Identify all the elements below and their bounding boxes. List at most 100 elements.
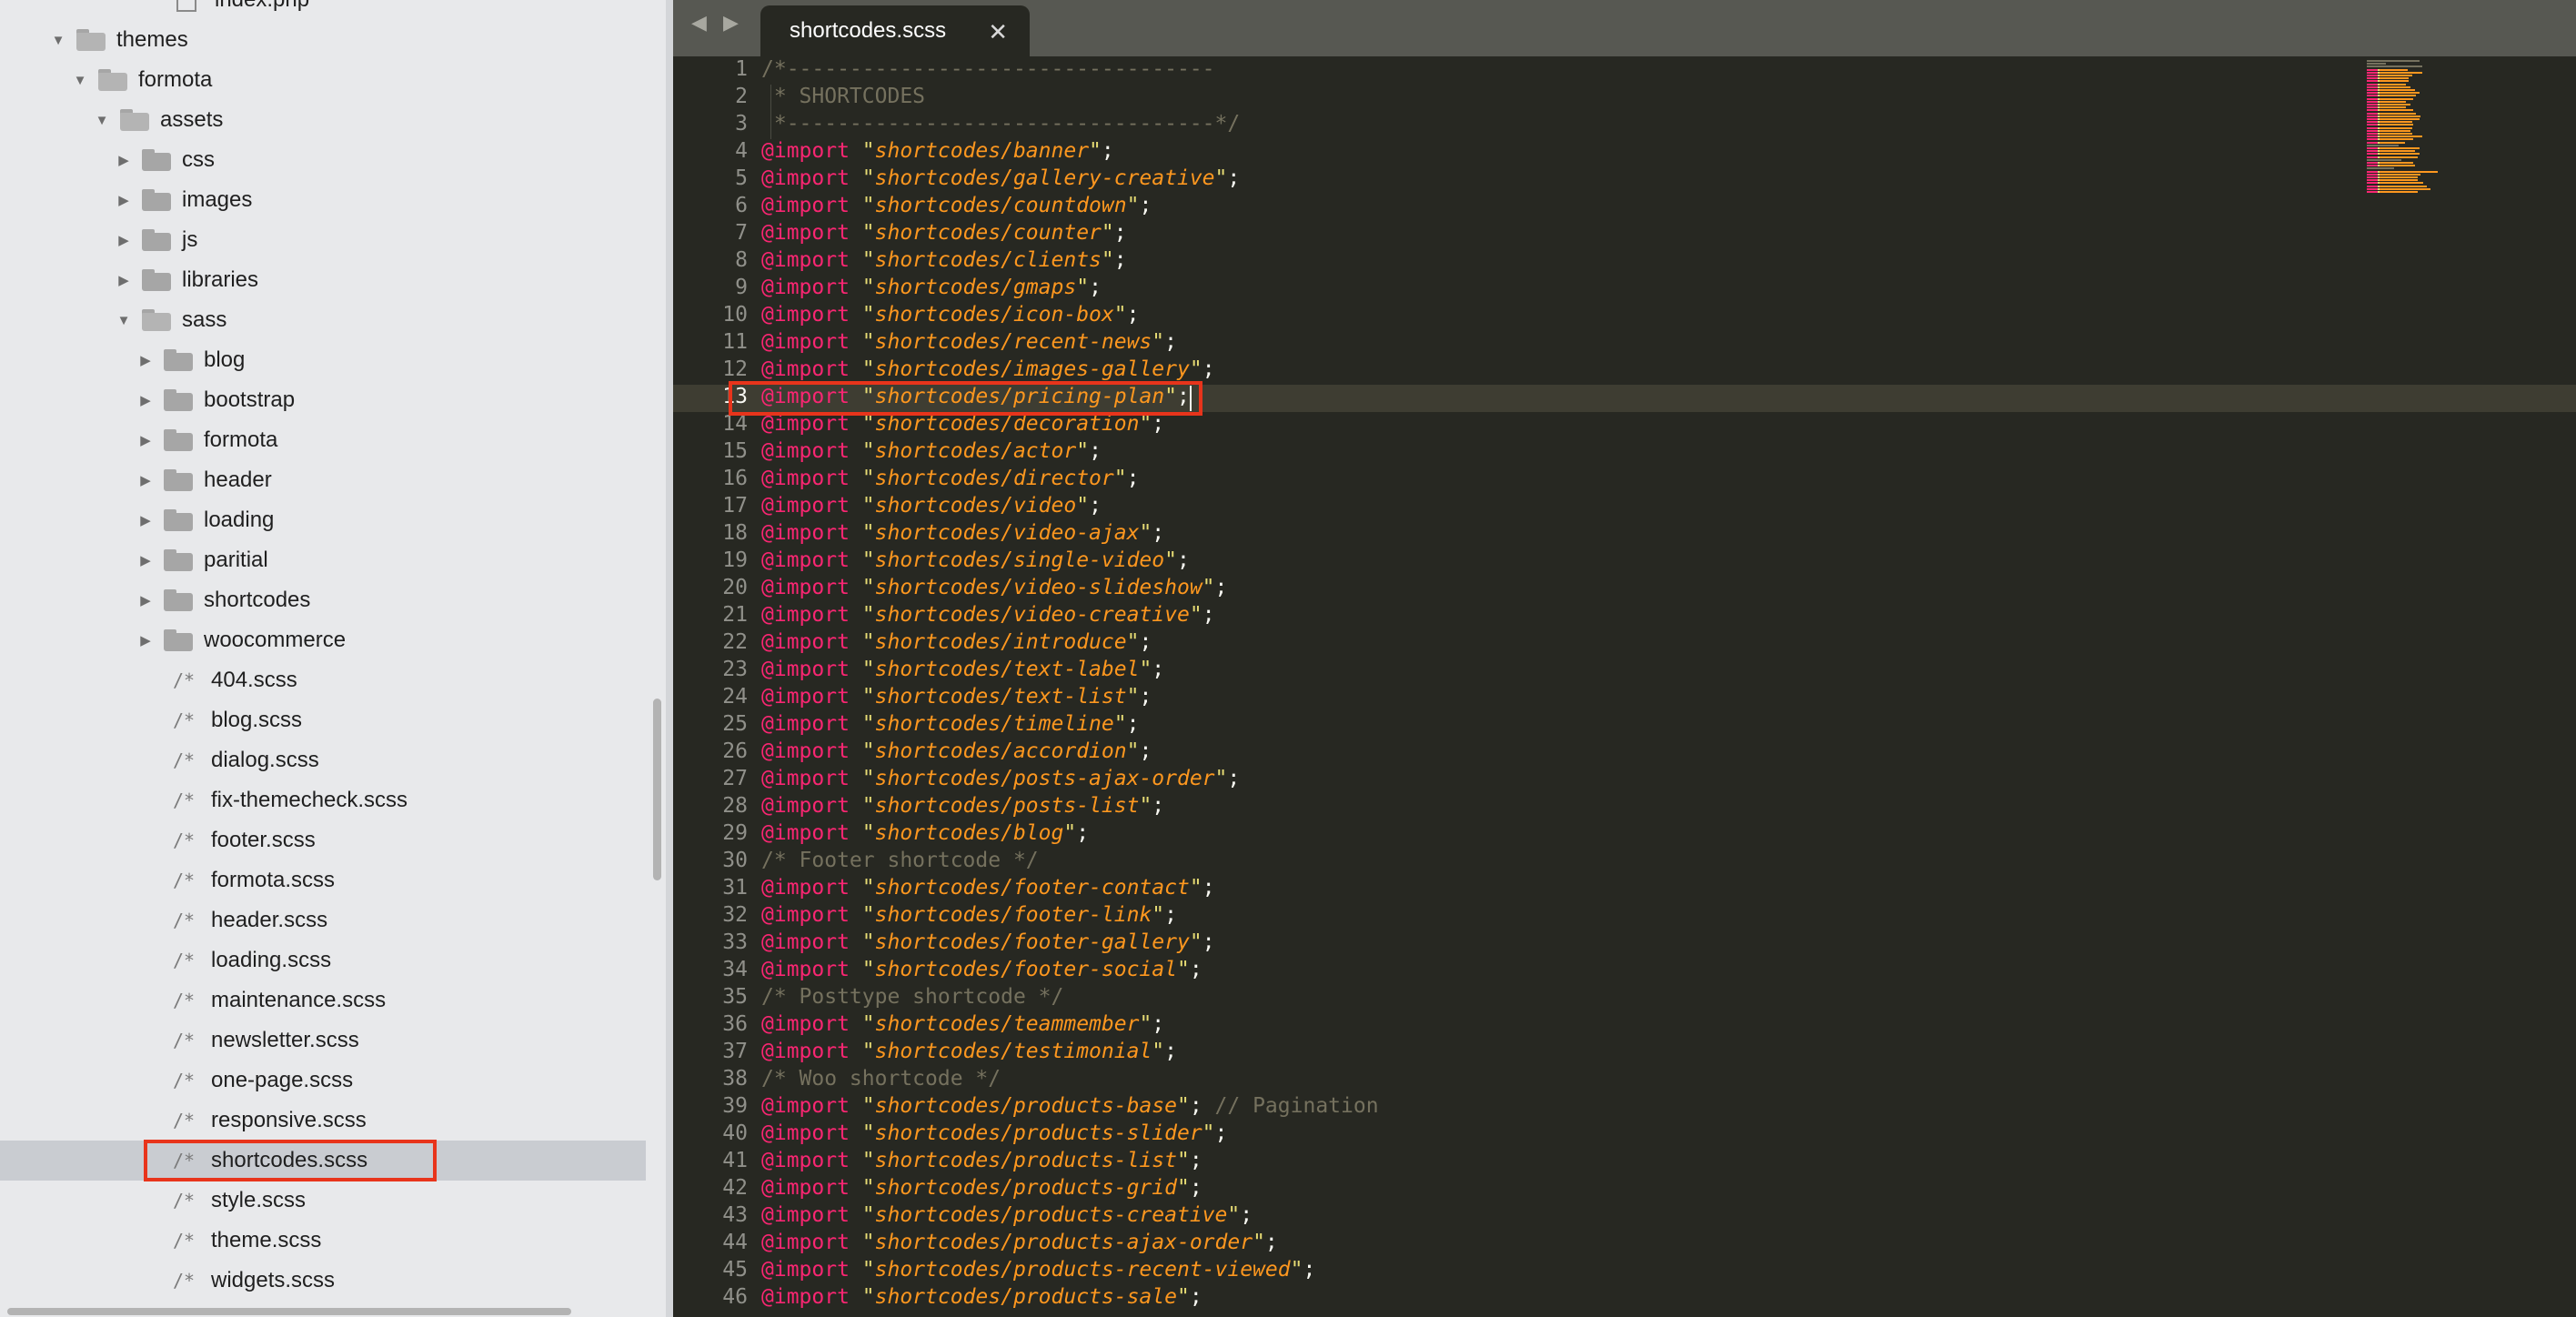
folder-item[interactable]: ▶ woocommerce <box>0 620 646 660</box>
line-number: 27 <box>722 767 748 790</box>
code-token: " <box>1139 521 1152 545</box>
code-token: " <box>849 958 875 981</box>
file-item[interactable]: /* responsive.scss <box>0 1101 646 1141</box>
sidebar-divider[interactable] <box>666 0 673 1317</box>
file-item[interactable]: /* header.scss <box>0 900 646 940</box>
chevron-right-icon[interactable]: ▶ <box>111 180 136 220</box>
code-line: @import "shortcodes/products-ajax-order"… <box>761 1231 1278 1254</box>
folder-item[interactable]: ▼ formota <box>0 60 646 100</box>
code-line: @import "shortcodes/text-label"; <box>761 658 1164 681</box>
tab-shortcodes-scss[interactable]: shortcodes.scss ✕ <box>760 5 1030 56</box>
code-line: @import "shortcodes/clients"; <box>761 248 1127 272</box>
code-line: @import "shortcodes/images-gallery"; <box>761 357 1215 381</box>
code-token: shortcodes/footer-gallery <box>874 930 1190 954</box>
minimap-line <box>2367 104 2410 106</box>
code-token: shortcodes/banner <box>874 139 1090 163</box>
file-item[interactable]: /* formota.scss <box>0 860 646 900</box>
code-editor[interactable]: 1 2 3 4 5 6 7 8 9 10 11 12 13 14 15 16 17 18 19 20 21 22 23 24 2… <box>673 56 2576 1317</box>
line-number: 21 <box>722 603 748 627</box>
folder-item[interactable]: ▶ blog <box>0 340 646 380</box>
code-token: " <box>849 794 875 818</box>
file-icon: /* <box>173 1070 196 1091</box>
code-token: ; <box>1264 1231 1278 1254</box>
file-icon: /* <box>173 709 196 731</box>
chevron-right-icon[interactable]: ▶ <box>133 580 158 620</box>
code-token: ; <box>1189 1149 1202 1172</box>
code-token: @import <box>761 1203 850 1227</box>
line-number: 37 <box>722 1040 748 1063</box>
tree-item-label: 404.scss <box>211 668 297 692</box>
file-item[interactable]: /* 404.scss <box>0 660 646 700</box>
file-icon: /* <box>173 870 196 891</box>
code-token: shortcodes/products-base <box>874 1094 1177 1118</box>
file-item[interactable]: /* one-page.scss <box>0 1061 646 1101</box>
folder-item[interactable]: ▶ libraries <box>0 260 646 300</box>
line-number: 17 <box>722 494 748 518</box>
code-token: @import <box>761 767 850 790</box>
code-token: " <box>1126 194 1140 217</box>
file-item[interactable]: /* footer.scss <box>0 820 646 860</box>
folder-item[interactable]: ▶ formota <box>0 420 646 460</box>
chevron-down-icon[interactable]: ▼ <box>111 300 136 340</box>
file-icon: /* <box>173 829 196 851</box>
code-token: " <box>1139 794 1152 818</box>
folder-icon <box>164 349 193 371</box>
tree-item-label: blog.scss <box>211 708 303 732</box>
chevron-right-icon[interactable]: ▶ <box>133 460 158 500</box>
file-item[interactable]: /* maintenance.scss <box>0 980 646 1020</box>
sidebar-vertical-scrollbar[interactable] <box>653 699 661 880</box>
folder-item[interactable]: ▶ bootstrap <box>0 380 646 420</box>
folder-item[interactable]: ▶ header <box>0 460 646 500</box>
file-icon: /* <box>173 789 196 811</box>
code-token: @import <box>761 958 850 981</box>
chevron-down-icon[interactable]: ▼ <box>67 60 93 100</box>
folder-item[interactable]: ▶ paritial <box>0 540 646 580</box>
file-item[interactable]: /* blog.scss <box>0 700 646 740</box>
chevron-right-icon[interactable]: ▶ <box>133 340 158 380</box>
code-token: " <box>849 930 875 954</box>
chevron-right-icon[interactable]: ▶ <box>111 140 136 180</box>
minimap-line <box>2367 75 2412 76</box>
chevron-right-icon[interactable]: ▶ <box>133 620 158 660</box>
tab-nav-arrows-icon[interactable]: ◀ ▶ <box>691 11 744 35</box>
file-item[interactable]: /* widgets.scss <box>0 1261 646 1301</box>
code-token: @import <box>761 439 850 463</box>
code-token: " <box>1176 958 1190 981</box>
chevron-right-icon[interactable]: ▶ <box>111 260 136 300</box>
line-number: 8 <box>735 248 748 272</box>
folder-open-icon <box>76 29 106 51</box>
folder-item[interactable]: ▶ css <box>0 140 646 180</box>
code-token: @import <box>761 139 850 163</box>
file-item[interactable]: /* fix-themecheck.scss <box>0 780 646 820</box>
folder-item[interactable]: ▶ js <box>0 220 646 260</box>
chevron-right-icon[interactable]: ▶ <box>133 420 158 460</box>
close-icon[interactable]: ✕ <box>988 18 1008 46</box>
code-token: " <box>849 330 875 354</box>
file-item[interactable]: /* loading.scss <box>0 940 646 980</box>
folder-item[interactable]: ▼ sass <box>0 300 646 340</box>
chevron-down-icon[interactable]: ▼ <box>89 100 115 140</box>
minimap[interactable] <box>2367 60 2467 297</box>
sidebar-horizontal-scrollbar[interactable] <box>7 1308 571 1315</box>
file-item[interactable]: /* newsletter.scss <box>0 1020 646 1061</box>
code-token: @import <box>761 930 850 954</box>
folder-item[interactable]: ▼ assets <box>0 100 646 140</box>
chevron-right-icon[interactable]: ▶ <box>133 500 158 540</box>
file-item[interactable]: /* theme.scss <box>0 1221 646 1261</box>
folder-item[interactable]: ▼ themes <box>0 20 646 60</box>
file-icon: /* <box>173 669 196 691</box>
file-item[interactable]: /* style.scss <box>0 1181 646 1221</box>
folder-item[interactable]: ▶ loading <box>0 500 646 540</box>
folder-item[interactable]: ▶ images <box>0 180 646 220</box>
chevron-right-icon[interactable]: ▶ <box>133 380 158 420</box>
code-token: shortcodes/text-label <box>874 658 1140 681</box>
chevron-down-icon[interactable]: ▼ <box>45 20 71 60</box>
code-token: " <box>1214 166 1228 190</box>
folder-item[interactable]: ▶ shortcodes <box>0 580 646 620</box>
file-item[interactable]: index.php <box>0 0 646 20</box>
chevron-right-icon[interactable]: ▶ <box>133 540 158 580</box>
file-item[interactable]: /* dialog.scss <box>0 740 646 780</box>
chevron-right-icon[interactable]: ▶ <box>111 220 136 260</box>
code-token: " <box>849 576 875 599</box>
line-number: 23 <box>722 658 748 681</box>
